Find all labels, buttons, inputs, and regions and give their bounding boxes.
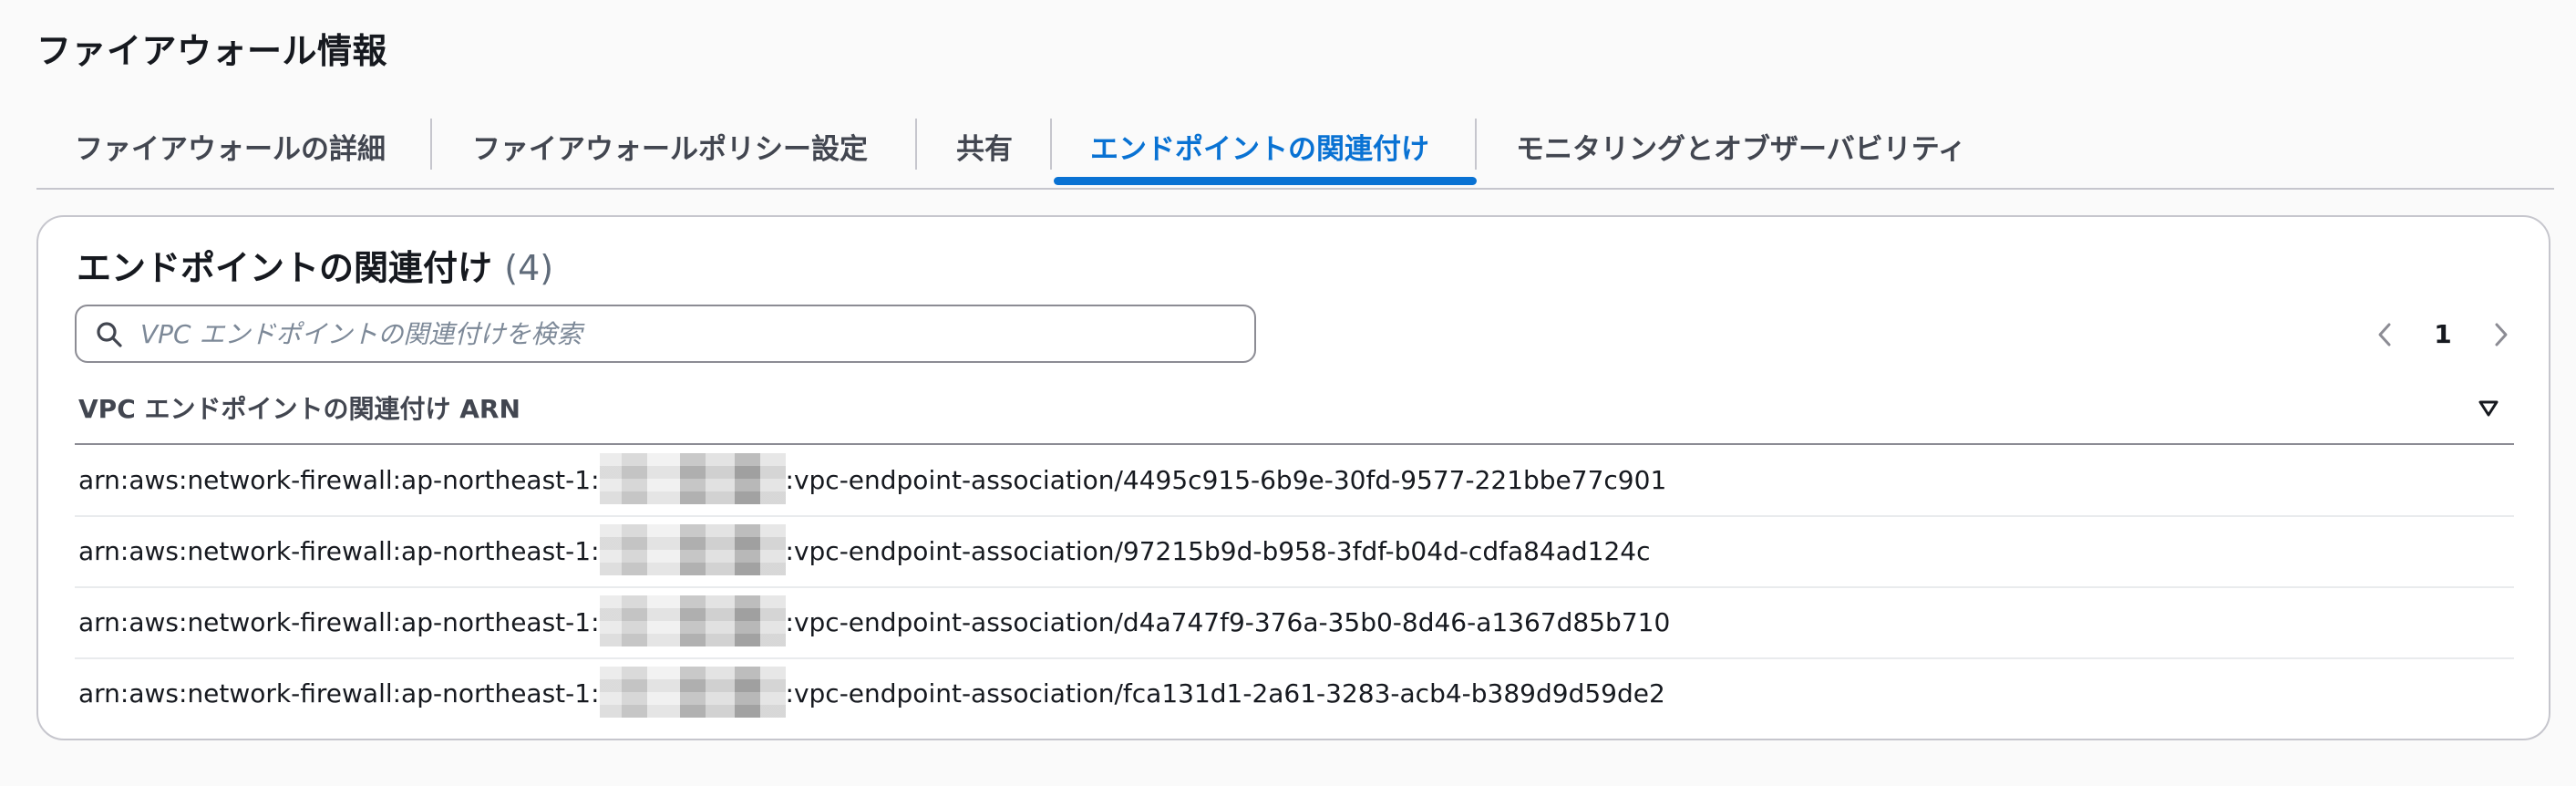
arn-prefix: arn:aws:network-firewall:ap-northeast-1: <box>78 536 600 566</box>
tab-monitoring-observability[interactable]: モニタリングとオブザーバビリティ <box>1516 120 1966 179</box>
arn-suffix: :vpc-endpoint-association/4495c915-6b9e-… <box>785 465 1667 495</box>
panel-count: (4) <box>504 248 554 288</box>
current-page-number[interactable]: 1 <box>2421 312 2465 357</box>
arn-prefix: arn:aws:network-firewall:ap-northeast-1: <box>78 607 600 637</box>
arn-cell: arn:aws:network-firewall:ap-northeast-1:… <box>78 587 1670 657</box>
redacted-account-id <box>599 524 786 575</box>
arn-suffix: :vpc-endpoint-association/d4a747f9-376a-… <box>785 607 1671 637</box>
table-row: arn:aws:network-firewall:ap-northeast-1:… <box>75 658 2514 729</box>
redacted-account-id <box>599 453 786 504</box>
arn-suffix: :vpc-endpoint-association/97215b9d-b958-… <box>785 536 1651 566</box>
endpoint-associations-panel: エンドポイントの関連付け (4) 1 VPC エンドポイントの関連付け ARN … <box>36 215 2550 740</box>
chevron-right-icon[interactable] <box>2485 319 2516 350</box>
arn-cell: arn:aws:network-firewall:ap-northeast-1:… <box>78 516 1651 586</box>
arn-cell: arn:aws:network-firewall:ap-northeast-1:… <box>78 658 1665 729</box>
table-row: arn:aws:network-firewall:ap-northeast-1:… <box>75 587 2514 659</box>
page-title: ファイアウォール情報 <box>36 31 388 71</box>
tab-firewall-policy-settings[interactable]: ファイアウォールポリシー設定 <box>472 120 868 179</box>
tab-firewall-details[interactable]: ファイアウォールの詳細 <box>75 120 386 179</box>
tab-divider <box>430 119 432 170</box>
tab-divider <box>1475 119 1477 170</box>
pagination: 1 <box>2370 312 2516 357</box>
redacted-account-id <box>599 595 786 646</box>
table-header: VPC エンドポイントの関連付け ARN <box>75 379 2514 445</box>
table-row: arn:aws:network-firewall:ap-northeast-1:… <box>75 445 2514 517</box>
arn-cell: arn:aws:network-firewall:ap-northeast-1:… <box>78 445 1666 515</box>
table-row: arn:aws:network-firewall:ap-northeast-1:… <box>75 516 2514 588</box>
chevron-left-icon[interactable] <box>2370 319 2401 350</box>
search-field[interactable] <box>75 305 1256 363</box>
arn-suffix: :vpc-endpoint-association/fca131d1-2a61-… <box>785 678 1665 708</box>
arn-prefix: arn:aws:network-firewall:ap-northeast-1: <box>78 465 600 495</box>
sort-descending-icon[interactable] <box>2476 396 2501 421</box>
arn-prefix: arn:aws:network-firewall:ap-northeast-1: <box>78 678 600 708</box>
search-input[interactable] <box>140 314 1234 354</box>
tab-divider <box>1050 119 1052 170</box>
tab-divider <box>915 119 917 170</box>
tab-bar: ファイアウォールの詳細 ファイアウォールポリシー設定 共有 エンドポイントの関連… <box>36 109 2554 190</box>
redacted-account-id <box>599 667 786 718</box>
tab-endpoint-associations[interactable]: エンドポイントの関連付け <box>1090 120 1429 179</box>
panel-title-text: エンドポイントの関連付け <box>77 248 493 288</box>
column-header-arn[interactable]: VPC エンドポイントの関連付け ARN <box>78 388 520 430</box>
panel-title: エンドポイントの関連付け (4) <box>77 243 553 294</box>
tab-sharing[interactable]: 共有 <box>956 120 1013 179</box>
search-icon <box>97 322 122 347</box>
active-tab-indicator <box>1054 177 1477 185</box>
